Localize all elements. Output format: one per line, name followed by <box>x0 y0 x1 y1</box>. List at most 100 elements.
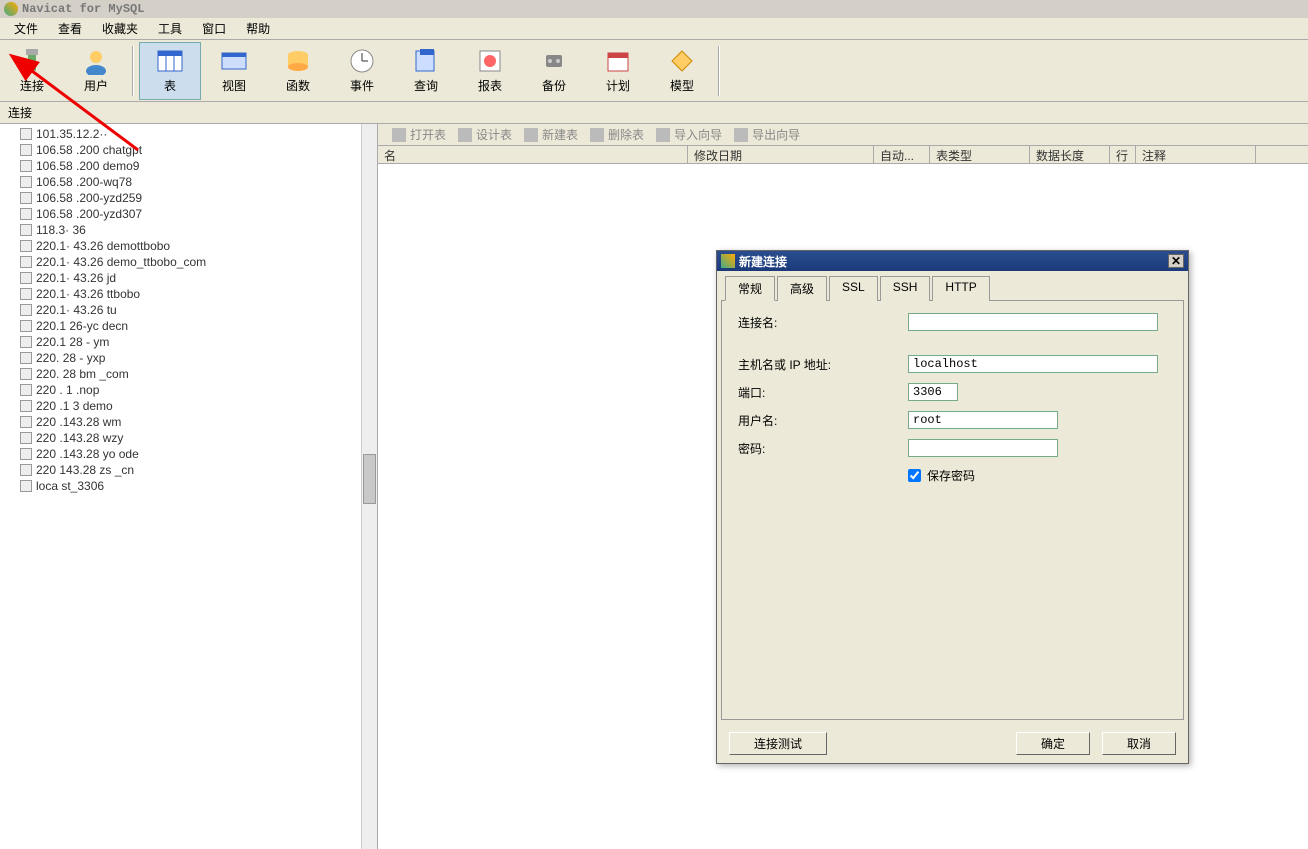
删除表-icon <box>590 128 604 142</box>
connection-item[interactable]: 106.58 .200-yzd307 <box>0 206 377 222</box>
toolbar-事件-button[interactable]: 事件 <box>331 42 393 100</box>
close-icon[interactable]: ✕ <box>1168 254 1184 268</box>
dialog-title: 新建连接 <box>739 253 787 270</box>
host-input[interactable] <box>908 355 1158 373</box>
menu-收藏夹[interactable]: 收藏夹 <box>92 18 148 39</box>
test-connection-button[interactable]: 连接测试 <box>729 732 827 755</box>
dialog-tab-content: 连接名: 主机名或 IP 地址: 端口: 用户名: 密码: 保存密码 <box>721 300 1184 720</box>
tab-HTTP[interactable]: HTTP <box>932 276 989 301</box>
table-column-headers: 名修改日期自动...表类型数据长度行注释 <box>378 146 1308 164</box>
column-header-数据长度[interactable]: 数据长度 <box>1030 146 1110 163</box>
connection-item[interactable]: 106.58 .200-wq78 <box>0 174 377 190</box>
toolbar-表-button[interactable]: 表 <box>139 42 201 100</box>
connection-item[interactable]: 106.58 .200 chatgpt <box>0 142 377 158</box>
toolbar-备份-button[interactable]: 备份 <box>523 42 585 100</box>
action-新建表[interactable]: 新建表 <box>524 126 578 143</box>
connection-item[interactable]: 220.1 28 - ym <box>0 334 377 350</box>
column-header-名[interactable]: 名 <box>378 146 688 163</box>
db-icon <box>20 128 32 140</box>
connection-item[interactable]: 220 .143.28 wm <box>0 414 377 430</box>
action-打开表[interactable]: 打开表 <box>392 126 446 143</box>
connection-item[interactable]: 220 143.28 zs _cn <box>0 462 377 478</box>
user-input[interactable] <box>908 411 1058 429</box>
menu-文件[interactable]: 文件 <box>4 18 48 39</box>
password-input[interactable] <box>908 439 1058 457</box>
action-导出向导[interactable]: 导出向导 <box>734 126 800 143</box>
connection-item[interactable]: 220 .143.28 wzy <box>0 430 377 446</box>
tab-高级[interactable]: 高级 <box>777 276 827 301</box>
scrollbar-thumb[interactable] <box>363 454 376 504</box>
报表-icon <box>476 47 504 75</box>
column-header-自动...[interactable]: 自动... <box>874 146 930 163</box>
db-icon <box>20 144 32 156</box>
db-icon <box>20 320 32 332</box>
action-删除表[interactable]: 删除表 <box>590 126 644 143</box>
connection-item[interactable]: 220.1· 43.26 demo_ttbobo_com <box>0 254 377 270</box>
db-icon <box>20 288 32 300</box>
connection-item[interactable]: 220.1· 43.26 jd <box>0 270 377 286</box>
new-connection-dialog: 新建连接 ✕ 常规高级SSLSSHHTTP 连接名: 主机名或 IP 地址: 端… <box>716 250 1189 764</box>
connection-item[interactable]: 220. 28 - yxp <box>0 350 377 366</box>
action-设计表[interactable]: 设计表 <box>458 126 512 143</box>
toolbar-模型-button[interactable]: 模型 <box>651 42 713 100</box>
toolbar-函数-button[interactable]: 函数 <box>267 42 329 100</box>
column-header-表类型[interactable]: 表类型 <box>930 146 1030 163</box>
连接-icon <box>18 47 46 75</box>
db-icon <box>20 480 32 492</box>
connection-item[interactable]: 106.58 .200-yzd259 <box>0 190 377 206</box>
connection-item[interactable]: 220.1· 43.26 demottbobo <box>0 238 377 254</box>
column-header-行[interactable]: 行 <box>1110 146 1136 163</box>
connection-item[interactable]: 220.1· 43.26 tu <box>0 302 377 318</box>
toolbar-计划-button[interactable]: 计划 <box>587 42 649 100</box>
column-header-修改日期[interactable]: 修改日期 <box>688 146 874 163</box>
toolbar-连接-button[interactable]: 连接 <box>1 42 63 100</box>
db-icon <box>20 448 32 460</box>
connection-item[interactable]: 220.1 26-yc decn <box>0 318 377 334</box>
connection-item[interactable]: 101.35.12.2·· <box>0 126 377 142</box>
事件-icon <box>348 47 376 75</box>
cancel-button[interactable]: 取消 <box>1102 732 1176 755</box>
db-icon <box>20 336 32 348</box>
打开表-icon <box>392 128 406 142</box>
app-icon <box>4 2 18 16</box>
tab-常规[interactable]: 常规 <box>725 276 775 301</box>
menu-bar: 文件查看收藏夹工具窗口帮助 <box>0 18 1308 40</box>
connection-item[interactable]: 220 .1 3 demo <box>0 398 377 414</box>
conn-name-label: 连接名: <box>738 314 908 331</box>
connection-item[interactable]: 220. 28 bm _com <box>0 366 377 382</box>
connection-item[interactable]: 106.58 .200 demo9 <box>0 158 377 174</box>
user-label: 用户名: <box>738 412 908 429</box>
dialog-title-bar[interactable]: 新建连接 ✕ <box>717 251 1188 271</box>
模型-icon <box>668 47 696 75</box>
toolbar-查询-button[interactable]: 查询 <box>395 42 457 100</box>
connection-item[interactable]: 220.1· 43.26 ttbobo <box>0 286 377 302</box>
menu-帮助[interactable]: 帮助 <box>236 18 280 39</box>
menu-工具[interactable]: 工具 <box>148 18 192 39</box>
函数-icon <box>284 47 312 75</box>
connection-item[interactable]: 118.3· 36 <box>0 222 377 238</box>
tab-SSH[interactable]: SSH <box>880 276 931 301</box>
port-input[interactable] <box>908 383 958 401</box>
db-icon <box>20 224 32 236</box>
connection-item[interactable]: 220 .143.28 yo ode <box>0 446 377 462</box>
column-header-注释[interactable]: 注释 <box>1136 146 1256 163</box>
db-icon <box>20 432 32 444</box>
menu-查看[interactable]: 查看 <box>48 18 92 39</box>
ok-button[interactable]: 确定 <box>1016 732 1090 755</box>
connection-item[interactable]: 220 . 1 .nop <box>0 382 377 398</box>
tab-SSL[interactable]: SSL <box>829 276 878 301</box>
设计表-icon <box>458 128 472 142</box>
menu-窗口[interactable]: 窗口 <box>192 18 236 39</box>
connection-item[interactable]: loca st_3306 <box>0 478 377 494</box>
db-icon <box>20 304 32 316</box>
connection-subbar-label: 连接 <box>8 104 32 121</box>
conn-name-input[interactable] <box>908 313 1158 331</box>
save-password-checkbox[interactable] <box>908 469 921 482</box>
action-导入向导[interactable]: 导入向导 <box>656 126 722 143</box>
toolbar-报表-button[interactable]: 报表 <box>459 42 521 100</box>
新建表-icon <box>524 128 538 142</box>
sidebar-scrollbar[interactable] <box>361 124 377 849</box>
toolbar-视图-button[interactable]: 视图 <box>203 42 265 100</box>
toolbar-用户-button[interactable]: 用户 <box>65 42 127 100</box>
db-icon <box>20 368 32 380</box>
